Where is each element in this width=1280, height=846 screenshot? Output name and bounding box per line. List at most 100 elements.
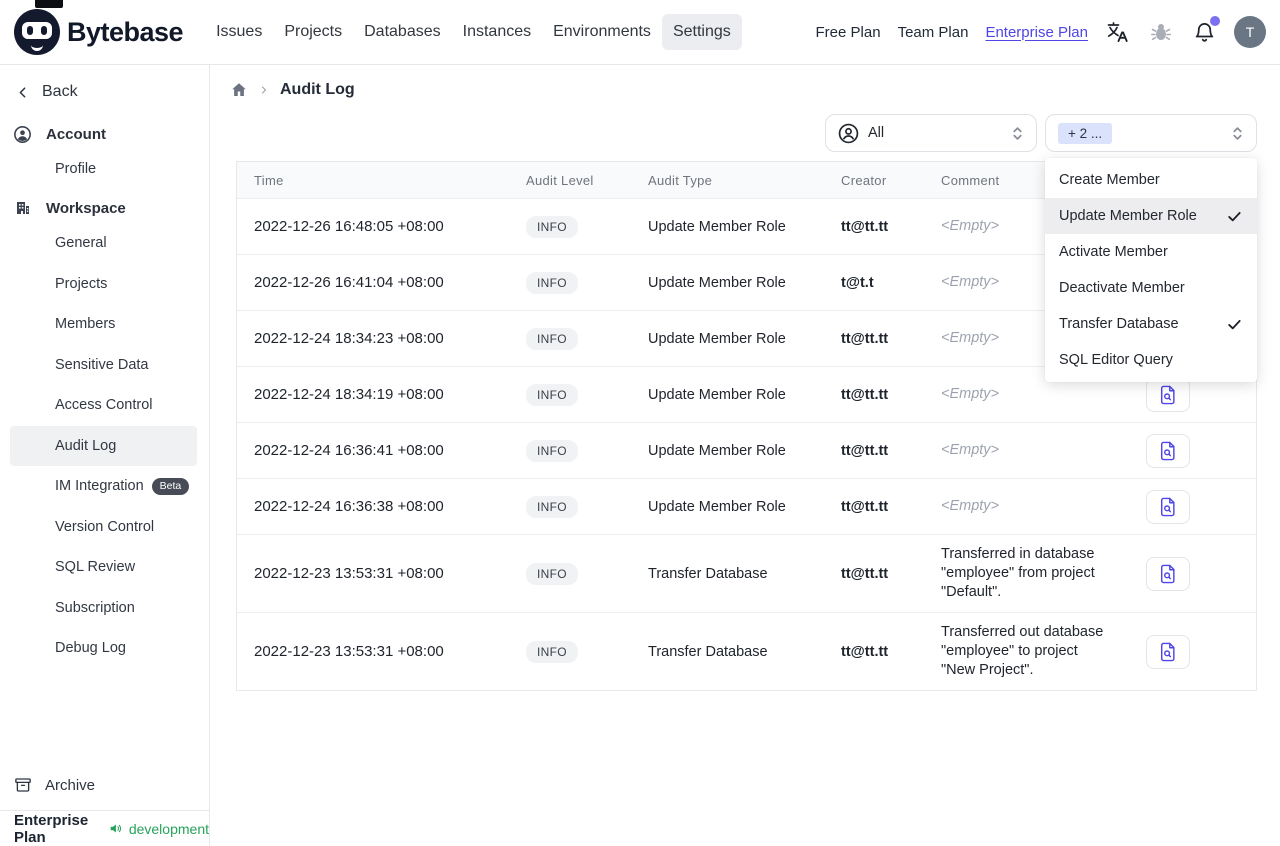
free-plan-label: Free Plan xyxy=(815,23,881,41)
bug-icon[interactable] xyxy=(1148,19,1174,45)
row-creator: tt@tt.tt xyxy=(841,386,889,403)
menu-item-update-member-role[interactable]: Update Member Role xyxy=(1045,198,1257,234)
row-time: 2022-12-23 13:53:31 +08:00 xyxy=(254,565,444,582)
chevron-left-icon xyxy=(19,86,26,98)
sidebar-item-sql-review[interactable]: SQL Review xyxy=(0,547,209,588)
row-creator: tt@tt.tt xyxy=(841,442,889,459)
row-creator: tt@tt.tt xyxy=(841,498,889,515)
footer-plan-label: Enterprise Plan xyxy=(14,811,89,846)
sidebar-item-version-control[interactable]: Version Control xyxy=(0,507,209,548)
col-time: Time xyxy=(254,172,284,188)
row-actions xyxy=(1124,489,1256,524)
row-type: Transfer Database xyxy=(648,643,768,660)
brand-name: Bytebase xyxy=(67,16,184,47)
sidebar-item-projects[interactable]: Projects xyxy=(0,264,209,305)
col-audit-type: Audit Type xyxy=(648,172,713,188)
row-actions xyxy=(1124,556,1256,591)
back-button[interactable]: Back xyxy=(14,77,209,107)
row-creator: tt@tt.tt xyxy=(841,330,889,347)
view-audit-detail-button[interactable] xyxy=(1146,433,1190,468)
view-audit-detail-button[interactable] xyxy=(1146,377,1190,412)
sidebar-item-archive[interactable]: Archive xyxy=(14,770,95,800)
select-arrows-icon xyxy=(1013,126,1022,140)
avatar[interactable]: T xyxy=(1234,16,1266,48)
menu-item-transfer-database[interactable]: Transfer Database xyxy=(1045,306,1257,342)
audit-log-row: 2022-12-24 16:36:38 +08:00 INFO Update Mem… xyxy=(237,478,1256,534)
menu-item-label: Deactivate Member xyxy=(1059,280,1185,296)
sidebar-item-debug-log[interactable]: Debug Log xyxy=(0,628,209,669)
audit-type-filter-select[interactable]: + 2 ... xyxy=(1045,114,1257,152)
sidebar-item-sensitive-data[interactable]: Sensitive Data xyxy=(0,345,209,386)
menu-item-create-member[interactable]: Create Member xyxy=(1045,162,1257,198)
chevron-right-icon xyxy=(261,86,267,94)
sidebar-item-label: Members xyxy=(55,316,116,333)
home-icon[interactable] xyxy=(230,81,248,99)
archive-label: Archive xyxy=(45,776,96,794)
sidebar-item-label: Audit Log xyxy=(55,437,117,454)
nav-item-settings[interactable]: Settings xyxy=(661,14,742,50)
row-actions xyxy=(1124,433,1256,468)
level-badge: INFO xyxy=(526,495,578,518)
menu-item-label: Activate Member xyxy=(1059,244,1168,260)
row-creator: tt@tt.tt xyxy=(841,643,889,660)
nav-item-databases[interactable]: Databases xyxy=(353,14,452,50)
bytebase-logo-icon xyxy=(14,9,60,55)
nav-item-projects[interactable]: Projects xyxy=(273,14,353,50)
row-comment: Transferred in database "employee" from … xyxy=(941,546,1095,600)
bell-icon[interactable] xyxy=(1191,16,1220,45)
view-audit-detail-button[interactable] xyxy=(1146,556,1190,591)
top-navbar: Bytebase Issues Projects Databases Instance… xyxy=(0,0,1280,65)
row-comment: <Empty> xyxy=(941,442,1000,458)
level-badge: INFO xyxy=(526,562,578,585)
level-badge: INFO xyxy=(526,640,578,663)
level-badge: INFO xyxy=(526,215,578,238)
sidebar-item-subscription[interactable]: Subscription xyxy=(0,588,209,629)
translate-icon[interactable] xyxy=(1105,19,1131,45)
view-audit-detail-button[interactable] xyxy=(1146,489,1190,524)
section-account: Account xyxy=(14,119,209,149)
sidebar-item-access-control[interactable]: Access Control xyxy=(0,385,209,426)
sidebar-item-label: Version Control xyxy=(55,518,155,535)
building-icon xyxy=(14,200,31,216)
enterprise-plan-link[interactable]: Enterprise Plan xyxy=(985,24,1088,41)
sidebar-item-label: General xyxy=(55,235,107,252)
nav-item-issues[interactable]: Issues xyxy=(205,14,273,50)
breadcrumb-current: Audit Log xyxy=(280,81,355,98)
row-time: 2022-12-24 18:34:23 +08:00 xyxy=(254,330,444,347)
brand-logo[interactable]: Bytebase xyxy=(14,9,184,55)
sidebar-item-profile[interactable]: Profile xyxy=(0,149,209,189)
row-creator: tt@tt.tt xyxy=(841,218,889,235)
sidebar-item-general[interactable]: General xyxy=(0,223,209,264)
row-type: Update Member Role xyxy=(648,330,786,347)
user-icon xyxy=(14,125,31,143)
sidebar-item-label: Projects xyxy=(55,275,108,292)
view-audit-detail-button[interactable] xyxy=(1146,634,1190,669)
breadcrumb: Audit Log xyxy=(230,74,355,106)
nav-item-instances[interactable]: Instances xyxy=(452,14,542,50)
sidebar-item-im-integration[interactable]: IM Integration Beta xyxy=(0,466,209,507)
section-workspace: Workspace xyxy=(14,193,209,223)
col-audit-level: Audit Level xyxy=(526,172,594,188)
menu-item-label: Create Member xyxy=(1059,172,1160,188)
volume-icon xyxy=(110,824,122,833)
menu-item-deactivate-member[interactable]: Deactivate Member xyxy=(1045,270,1257,306)
check-icon xyxy=(1226,316,1243,333)
section-workspace-label: Workspace xyxy=(46,199,126,217)
topbar-right: Free Plan Team Plan Enterprise Plan T xyxy=(816,16,1266,48)
team-plan-label: Team Plan xyxy=(897,23,969,41)
account-items: Profile xyxy=(0,149,209,189)
sidebar-item-audit-log[interactable]: Audit Log xyxy=(10,425,197,466)
menu-item-sql-editor-query[interactable]: SQL Editor Query xyxy=(1045,342,1257,378)
row-level: INFO xyxy=(526,271,648,294)
notification-dot xyxy=(1210,16,1220,26)
level-badge: INFO xyxy=(526,383,578,406)
col-creator: Creator xyxy=(841,172,887,188)
environment-tag: development xyxy=(128,820,209,837)
creator-filter-select[interactable]: All xyxy=(825,114,1037,152)
sidebar-item-members[interactable]: Members xyxy=(0,304,209,345)
sidebar-item-label: Profile xyxy=(55,161,97,177)
screen-artifact xyxy=(35,0,63,8)
menu-item-activate-member[interactable]: Activate Member xyxy=(1045,234,1257,270)
nav-item-environments[interactable]: Environments xyxy=(542,14,662,50)
sidebar-item-label: Subscription xyxy=(55,599,135,616)
